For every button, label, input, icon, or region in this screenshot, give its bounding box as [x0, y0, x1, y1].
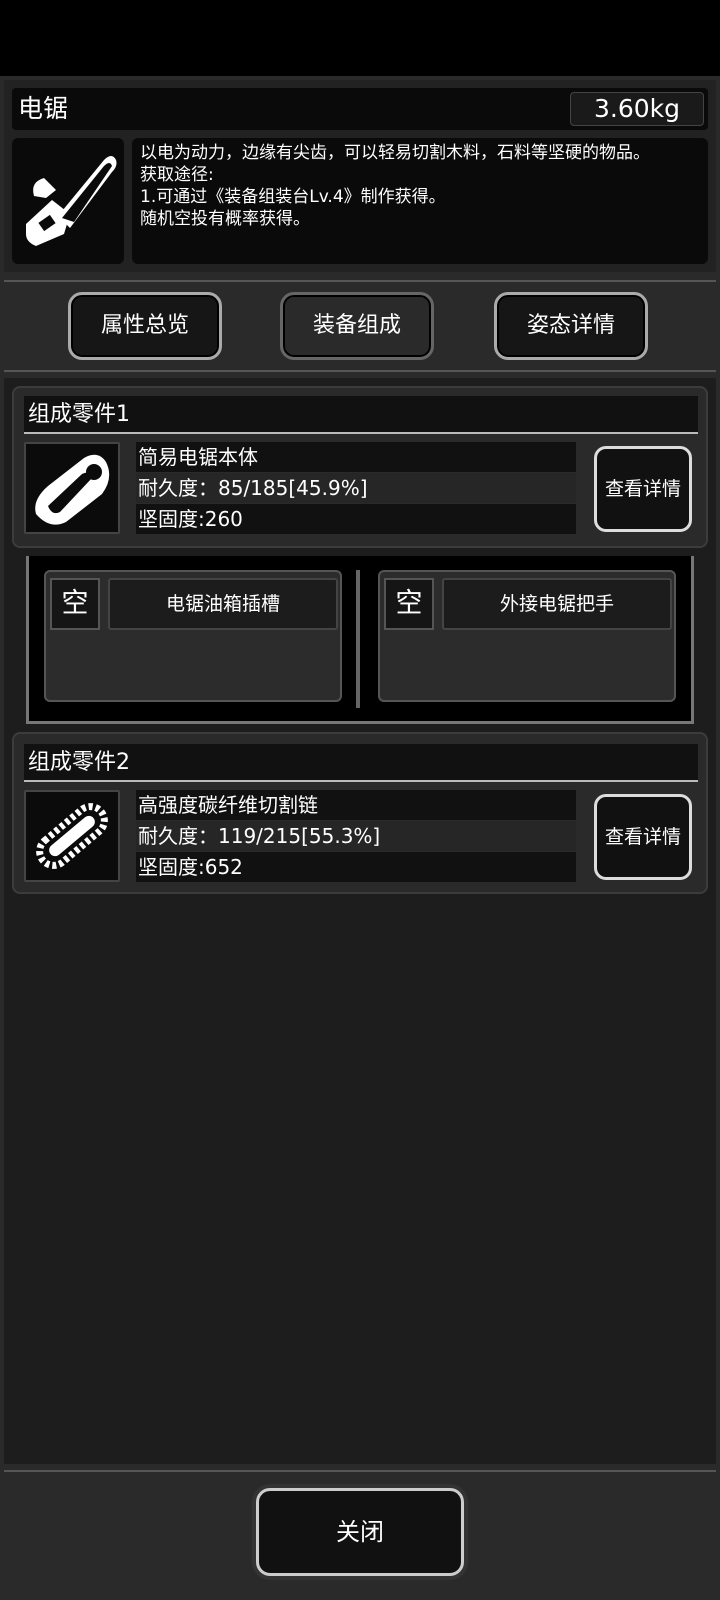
part-durability: 耐久度：85/185[45.9%] [136, 473, 576, 503]
part-section-title: 组成零件2 [24, 744, 698, 782]
item-icon-box [12, 138, 124, 264]
part-section-title: 组成零件1 [24, 396, 698, 434]
tab-posture[interactable]: 姿态详情 [494, 292, 648, 360]
item-title: 电锯 [18, 94, 69, 123]
part-name: 高强度碳纤维切割链 [136, 790, 576, 820]
part-durability: 耐久度：119/215[55.3%] [136, 821, 576, 851]
part-icon-box [24, 790, 120, 882]
chainsaw-body-icon [35, 454, 110, 525]
part-name: 简易电锯本体 [136, 442, 576, 472]
item-weight: 3.60kg [570, 92, 704, 126]
view-details-button-2[interactable]: 查看详情 [594, 794, 692, 880]
chainsaw-icon [26, 156, 117, 246]
chain-blade-icon [36, 803, 108, 869]
close-button[interactable]: 关闭 [256, 1488, 464, 1576]
part-icon-box [24, 442, 120, 534]
slot-status: 空 [384, 578, 434, 630]
slot-divider [356, 570, 360, 708]
slot-label: 外接电锯把手 [442, 578, 672, 630]
tab-attributes[interactable]: 属性总览 [68, 292, 222, 360]
tab-composition[interactable]: 装备组成 [280, 292, 434, 360]
part-hardness: 坚固度:260 [136, 504, 576, 534]
part-hardness: 坚固度:652 [136, 852, 576, 882]
slot-label: 电锯油箱插槽 [108, 578, 338, 630]
view-details-button-1[interactable]: 查看详情 [594, 446, 692, 532]
slot-status: 空 [50, 578, 100, 630]
item-description: 以电为动力，边缘有尖齿，可以轻易切割木料，石料等坚硬的物品。 获取途径: 1.可… [132, 138, 708, 264]
